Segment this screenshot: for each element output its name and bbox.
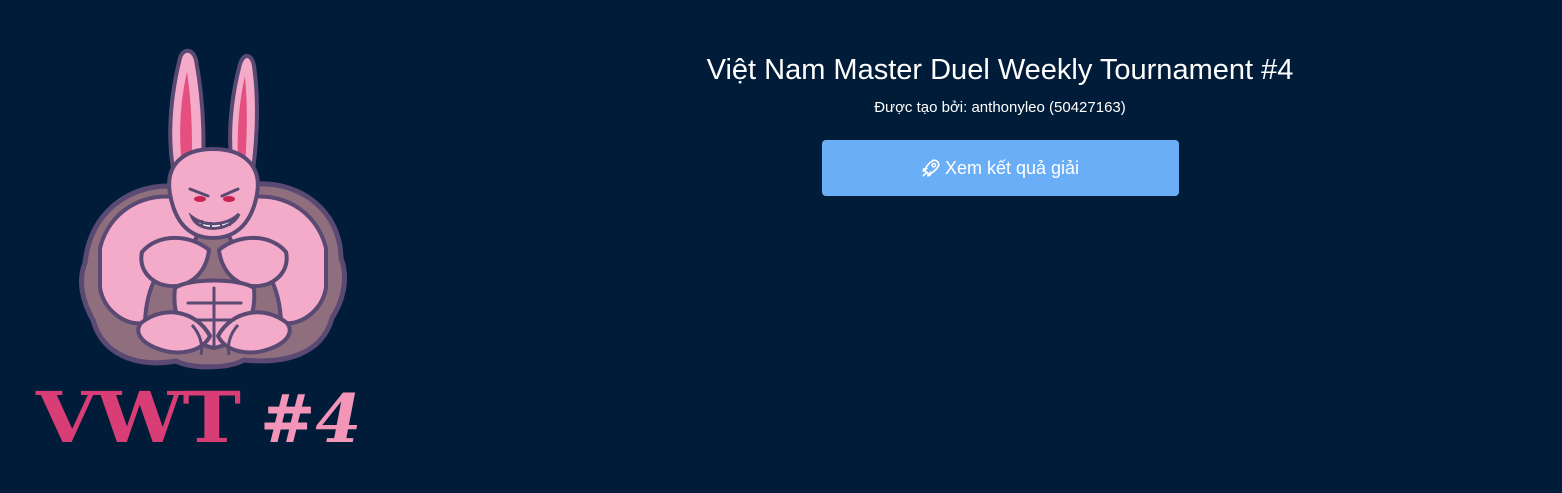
view-results-button[interactable]: Xem kết quả giải [821,140,1179,196]
rocket-icon [921,158,941,178]
tournament-logo: VWT #4 [30,48,400,463]
creator-info: Được tạo bởi: anthonyleo (50427163) [874,99,1126,116]
page-title: Việt Nam Master Duel Weekly Tournament #… [706,54,1294,86]
logo-text: VWT #4 [36,376,362,459]
logo-vwt-text: VWT [36,376,241,459]
tournament-header: Việt Nam Master Duel Weekly Tournament #… [600,48,1400,196]
logo-number-text: #4 [260,380,362,458]
view-results-label: Xem kết quả giải [944,157,1080,178]
